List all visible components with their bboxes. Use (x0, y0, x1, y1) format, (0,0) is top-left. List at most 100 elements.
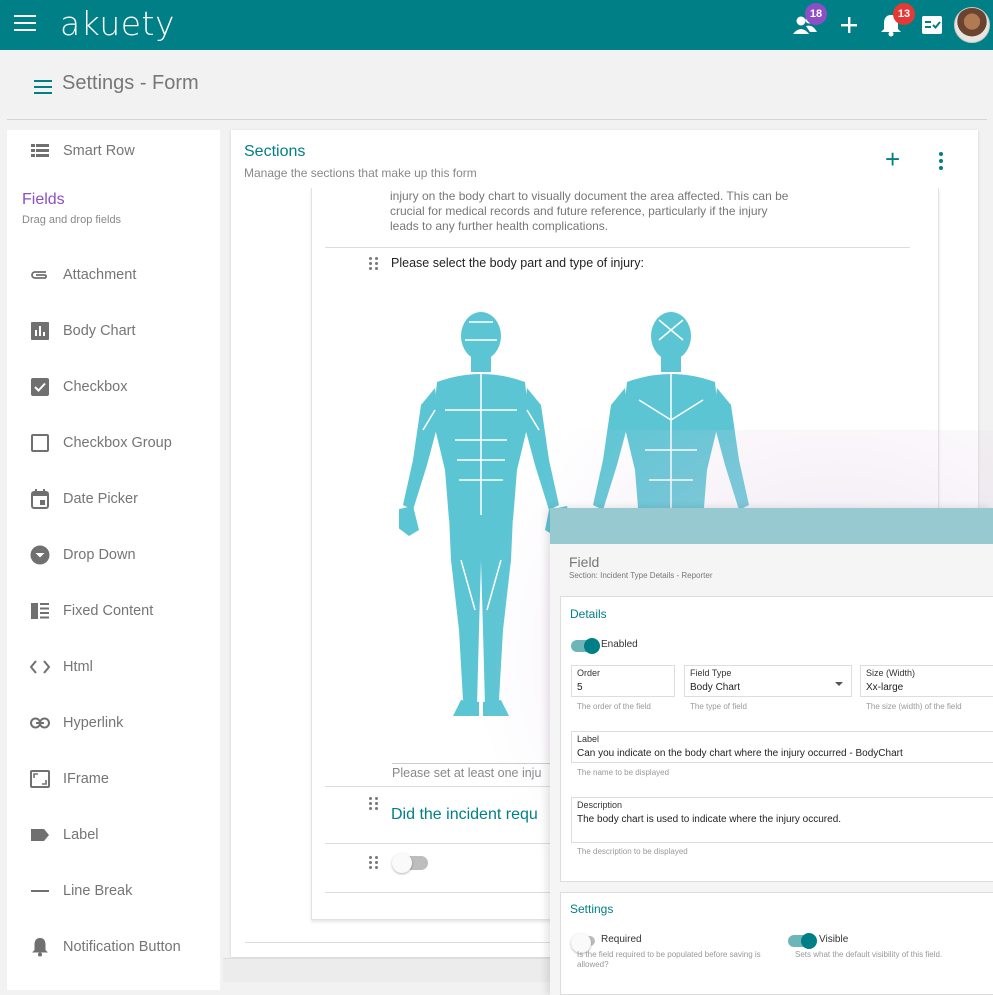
sidebar-item-label: IFrame (63, 771, 109, 787)
sections-title: Sections (244, 143, 306, 160)
page-header: Settings - Form (7, 50, 987, 120)
label-input[interactable]: Label Can you indicate on the body chart… (571, 731, 993, 763)
attachment-icon (30, 265, 50, 285)
sidebar-item-label: Hyperlink (63, 715, 124, 731)
sidebar-item-notification-button[interactable]: Notification Button (7, 932, 220, 962)
description-textarea[interactable]: Description The body chart is used to in… (571, 797, 993, 843)
visible-label: Visible (819, 934, 849, 945)
sidebar-item-label: Html (63, 659, 93, 675)
iframe-icon (30, 769, 50, 789)
description-hint: The description to be displayed (577, 847, 688, 856)
visible-hint: Sets what the default visibility of this… (795, 950, 943, 959)
tasks-icon[interactable] (919, 12, 945, 38)
sidebar-item-fixed-content[interactable]: Fixed Content (7, 596, 220, 626)
calendar-icon (30, 489, 50, 509)
bell-icon (30, 937, 50, 957)
sidebar-item-checkbox[interactable]: Checkbox (7, 372, 220, 402)
sidebar-item-label: Attachment (63, 267, 137, 283)
size-hint: The size (width) of the field (866, 702, 962, 711)
size-width-input[interactable]: Size (Width) Xx-large (860, 665, 993, 697)
enabled-label: Enabled (601, 639, 638, 650)
sidebar-item-label: Date Picker (63, 491, 138, 507)
sidebar-item-label: Line Break (63, 883, 133, 899)
fields-subheading: Drag and drop fields (22, 214, 122, 226)
sidebar-item-line-break[interactable]: Line Break (7, 876, 220, 906)
sidebar-item-attachment[interactable]: Attachment (7, 260, 220, 290)
sidebar-item-body-chart[interactable]: Body Chart (7, 316, 220, 346)
size-value: Xx-large (866, 682, 904, 693)
sidebar-item-html[interactable]: Html (7, 652, 220, 682)
sidebar-item-label[interactable]: Label (7, 820, 220, 850)
sidebar-item-smart-row[interactable]: Smart Row (7, 136, 220, 166)
field-type-hint: The type of field (690, 702, 747, 711)
panel-subtitle: Section: Incident Type Details - Reporte… (569, 571, 713, 580)
user-avatar[interactable] (954, 7, 990, 43)
sidebar-item-iframe[interactable]: IFrame (7, 764, 220, 794)
page-menu-icon[interactable] (34, 80, 52, 94)
smart-row-icon (30, 141, 50, 161)
dropdown-circle-icon (30, 545, 50, 565)
panel-title: Field (569, 554, 600, 570)
body-chart-question: Please select the body part and type of … (391, 256, 644, 270)
order-value: 5 (577, 682, 583, 693)
details-heading: Details (570, 607, 607, 621)
code-icon (30, 657, 50, 677)
label-field-label: Label (577, 734, 600, 744)
sidebar-item-label: Smart Row (63, 143, 135, 159)
label-field-value: Can you indicate on the body chart where… (577, 748, 903, 759)
fixed-content-icon (30, 601, 50, 621)
sidebar-item-label: Checkbox Group (63, 435, 172, 451)
order-input[interactable]: Order 5 (571, 665, 675, 697)
checkbox-empty-icon (30, 433, 50, 453)
drag-handle-icon[interactable] (369, 856, 379, 870)
field-type-select[interactable]: Field Type Body Chart (684, 665, 852, 697)
sidebar-item-label: Drop Down (63, 547, 136, 563)
top-bar: akuety 18 13 (0, 0, 993, 50)
people-badge: 18 (805, 3, 827, 25)
required-toggle[interactable] (571, 933, 595, 953)
panel-header-bar (550, 508, 993, 544)
drag-handle-icon[interactable] (369, 797, 379, 811)
sidebar-item-label: Body Chart (63, 323, 136, 339)
sidebar-item-drop-down[interactable]: Drop Down (7, 540, 220, 570)
sidebar-item-label: Label (63, 827, 99, 843)
fields-sidebar: Smart Row Fields Drag and drop fields At… (7, 130, 220, 990)
link-icon (30, 713, 50, 733)
main-menu-icon[interactable] (14, 15, 36, 35)
field-properties-panel: Field Section: Incident Type Details - R… (550, 508, 993, 995)
sidebar-item-hyperlink[interactable]: Hyperlink (7, 708, 220, 738)
line-break-icon (30, 881, 50, 901)
app-logo[interactable]: akuety (60, 4, 175, 43)
add-icon[interactable] (836, 12, 862, 38)
sidebar-item-label: Checkbox (63, 379, 128, 395)
label-hint: The name to be displayed (577, 768, 670, 777)
drag-handle-icon[interactable] (369, 257, 379, 271)
add-section-icon[interactable]: + (885, 146, 900, 172)
incident-question: Did the incident requ (391, 806, 538, 823)
sections-subtitle: Manage the sections that make up this fo… (244, 166, 477, 180)
required-label: Required (601, 934, 642, 945)
description-label: Description (577, 800, 623, 810)
fields-heading: Fields (22, 191, 65, 208)
visible-toggle[interactable] (788, 933, 817, 949)
description-value: The body chart is used to indicate where… (577, 814, 842, 825)
body-chart-validation-hint: Please set at least one inju (392, 763, 560, 780)
page-title: Settings - Form (62, 72, 199, 94)
details-card: Details Enabled Order 5 The order of the… (560, 596, 993, 882)
field-description-text: injury on the body chart to visually doc… (390, 189, 789, 233)
sidebar-item-date-picker[interactable]: Date Picker (7, 484, 220, 514)
sidebar-item-label: Notification Button (63, 939, 181, 955)
more-options-icon[interactable] (939, 152, 945, 173)
enabled-toggle[interactable] (571, 638, 600, 654)
field-type-value: Body Chart (690, 682, 741, 693)
divider (325, 247, 910, 248)
required-hint: Is the field required to be populated be… (577, 950, 761, 969)
notification-badge: 13 (893, 3, 915, 25)
size-label: Size (Width) (866, 668, 916, 678)
field-type-label: Field Type (690, 668, 732, 678)
incident-toggle[interactable] (392, 853, 428, 873)
checkbox-checked-icon (30, 377, 50, 397)
sidebar-item-checkbox-group[interactable]: Checkbox Group (7, 428, 220, 458)
sidebar-item-label: Fixed Content (63, 603, 154, 619)
order-label: Order (577, 668, 601, 678)
